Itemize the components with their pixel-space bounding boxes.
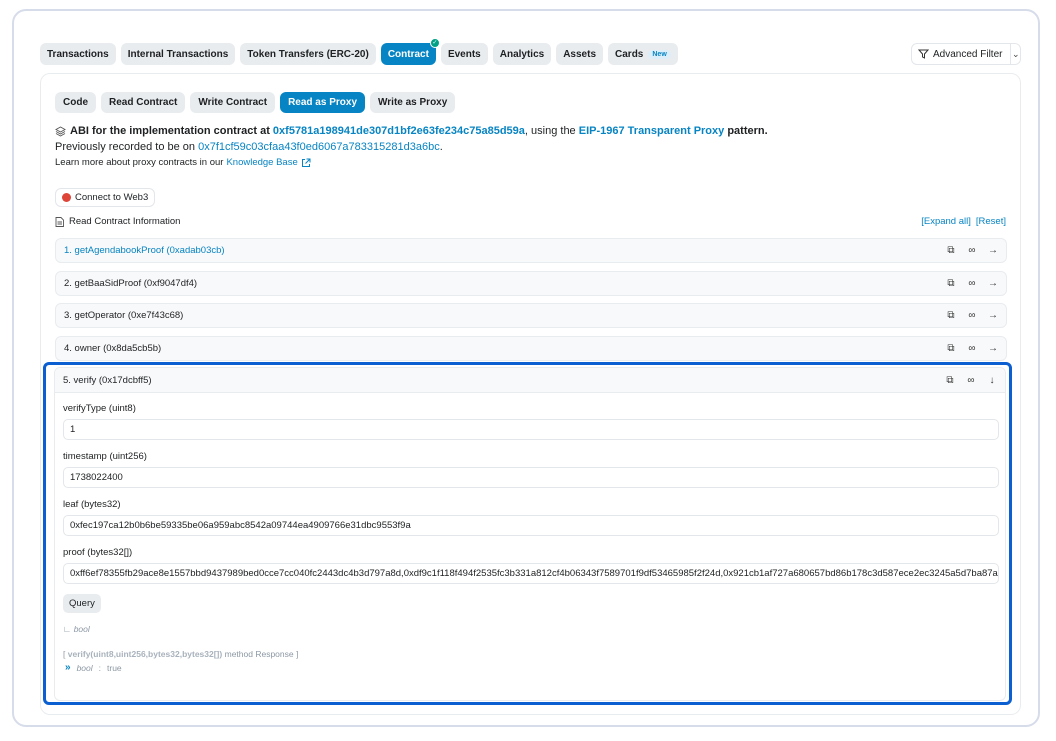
read-contract-info-text: Read Contract Information — [69, 216, 181, 227]
advanced-filter-button[interactable]: Advanced Filter ⌄ — [911, 43, 1021, 65]
learn-more-line: Learn more about proxy contracts in our … — [55, 157, 311, 168]
previous-suffix-text: . — [439, 141, 443, 153]
chevron-down-icon[interactable]: ⌄ — [1011, 49, 1020, 60]
new-badge: New — [648, 49, 671, 59]
link-icon[interactable]: ∞ — [967, 245, 977, 256]
tab-label: Contract — [387, 48, 429, 60]
disconnected-status-icon — [62, 193, 71, 202]
arrow-right-icon[interactable]: → — [988, 343, 998, 354]
copy-icon[interactable]: ⧉ — [946, 245, 956, 256]
learn-prefix-text: Learn more about proxy contracts in our — [55, 157, 224, 168]
subtab-write-contract[interactable]: Write Contract — [190, 92, 276, 113]
link-icon[interactable]: ∞ — [967, 310, 977, 321]
using-text: , using the — [524, 125, 576, 137]
arrow-right-icon[interactable]: → — [988, 310, 998, 321]
previous-recorded-line: Previously recorded to be on 0x7f1cf59c0… — [55, 141, 443, 153]
tab-events[interactable]: Events — [440, 43, 488, 65]
tab-label: Events — [447, 48, 481, 60]
tab-contract[interactable]: Contract ✓ — [380, 38, 440, 65]
tab-analytics[interactable]: Analytics — [492, 43, 552, 65]
connect-web3-label: Connect to Web3 — [75, 192, 149, 203]
arrow-right-icon[interactable]: → — [988, 245, 998, 256]
expand-reset-links: [Expand all] [Reset] — [921, 216, 1006, 227]
contract-subtabs: Code Read Contract Write Contract Read a… — [55, 92, 456, 113]
link-icon[interactable]: ∞ — [967, 278, 977, 289]
tab-transactions[interactable]: Transactions — [40, 43, 116, 65]
copy-icon[interactable]: ⧉ — [946, 310, 956, 321]
external-link-icon[interactable] — [301, 158, 311, 168]
read-contract-info-heading: Read Contract Information — [55, 216, 180, 227]
method-title[interactable]: 2. getBaaSidProof (0xf9047df4) — [64, 278, 946, 289]
method-title[interactable]: 3. getOperator (0xe7f43c68) — [64, 310, 946, 321]
main-tabs: Transactions Internal Transactions Token… — [40, 38, 678, 65]
link-icon[interactable]: ∞ — [967, 343, 977, 354]
method-row[interactable]: 1. getAgendabookProof (0xadab03cb) ⧉ ∞ → — [55, 238, 1007, 263]
tab-label: Internal Transactions — [127, 48, 229, 60]
layers-icon — [55, 125, 66, 137]
tab-label: Assets — [563, 48, 597, 60]
subtab-code[interactable]: Code — [55, 92, 96, 113]
method-row[interactable]: 2. getBaaSidProof (0xf9047df4) ⧉ ∞ → — [55, 271, 1007, 296]
expand-all-link[interactable]: [Expand all] — [921, 216, 971, 227]
knowledge-base-link[interactable]: Knowledge Base — [226, 157, 297, 168]
advanced-filter-label-wrap[interactable]: Advanced Filter — [912, 44, 1012, 64]
tab-assets[interactable]: Assets — [556, 43, 604, 65]
method-row[interactable]: 4. owner (0x8da5cb5b) ⧉ ∞ → — [55, 336, 1007, 361]
copy-icon[interactable]: ⧉ — [946, 278, 956, 289]
tab-internal-transactions[interactable]: Internal Transactions — [120, 43, 236, 65]
tab-token-transfers[interactable]: Token Transfers (ERC-20) — [240, 43, 376, 65]
implementation-address-link[interactable]: 0xf5781a198941de307d1bf2e63fe234c75a85d5… — [273, 125, 525, 137]
arrow-right-icon[interactable]: → — [988, 278, 998, 289]
highlight-box — [43, 362, 1012, 705]
pattern-suffix-text: pattern. — [727, 125, 768, 137]
method-row[interactable]: 3. getOperator (0xe7f43c68) ⧉ ∞ → — [55, 303, 1007, 328]
copy-icon[interactable]: ⧉ — [946, 343, 956, 354]
abi-info-line: ABI for the implementation contract at 0… — [55, 125, 768, 137]
subtab-write-as-proxy[interactable]: Write as Proxy — [370, 92, 456, 113]
filter-icon — [918, 49, 929, 59]
proxy-pattern-link[interactable]: EIP-1967 Transparent Proxy — [579, 125, 725, 137]
verified-check-icon: ✓ — [429, 38, 440, 48]
previous-prefix-text: Previously recorded to be on — [55, 141, 196, 153]
tab-cards[interactable]: Cards New — [608, 43, 678, 65]
method-title[interactable]: 4. owner (0x8da5cb5b) — [64, 343, 946, 354]
previous-address-link[interactable]: 0x7f1cf59c03cfaa43f0ed6067a783315281d3a6… — [198, 141, 440, 153]
method-title[interactable]: 1. getAgendabookProof (0xadab03cb) — [64, 245, 946, 256]
reset-link[interactable]: [Reset] — [976, 216, 1006, 227]
advanced-filter-label: Advanced Filter — [933, 48, 1003, 60]
subtab-read-contract[interactable]: Read Contract — [101, 92, 186, 113]
connect-web3-button[interactable]: Connect to Web3 — [55, 188, 156, 207]
tab-label: Cards — [615, 48, 644, 60]
abi-prefix-text: ABI for the implementation contract at — [70, 125, 270, 137]
document-icon — [55, 216, 64, 227]
tab-label: Token Transfers (ERC-20) — [247, 48, 369, 60]
subtab-read-as-proxy[interactable]: Read as Proxy — [280, 92, 366, 113]
tab-label: Analytics — [499, 48, 545, 60]
tab-label: Transactions — [47, 48, 109, 60]
